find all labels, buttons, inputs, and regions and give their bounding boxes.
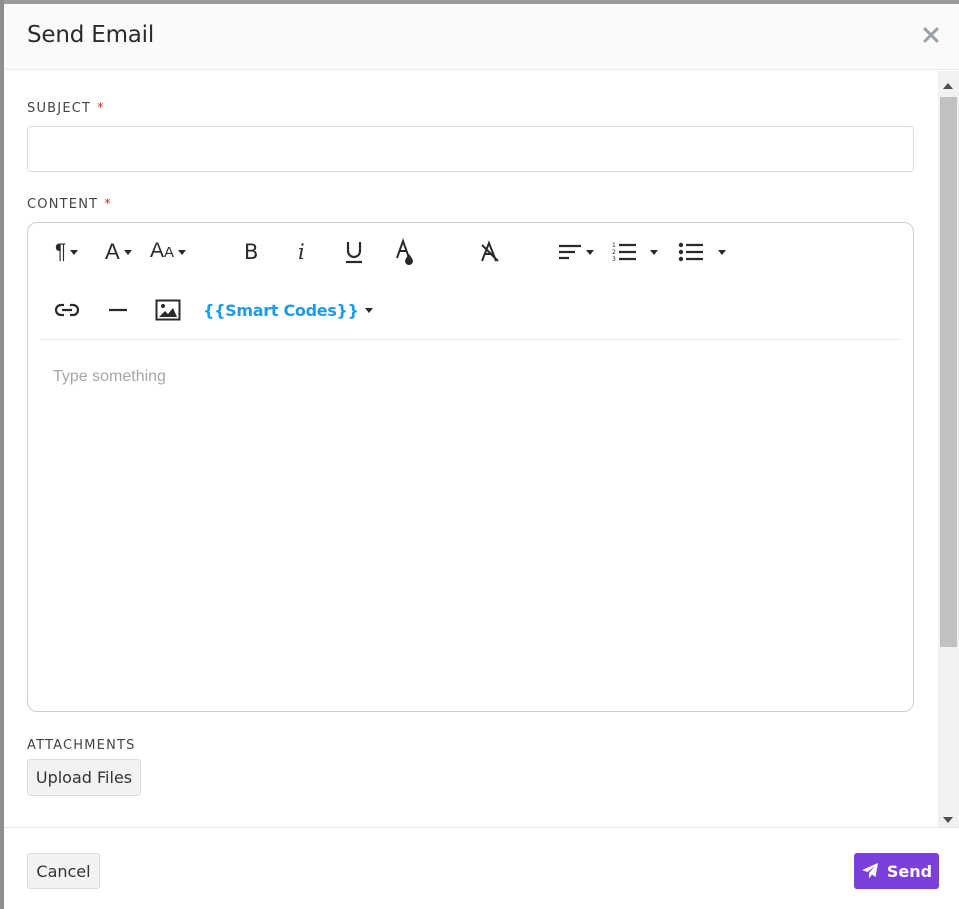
text-color-button[interactable] [394,237,418,267]
svg-text:2: 2 [612,249,616,256]
clear-formatting-button[interactable] [478,237,502,267]
scroll-up-icon[interactable] [943,83,953,89]
insert-horizontal-line-button[interactable] [108,295,128,325]
horizontal-line-icon [109,308,127,312]
insert-link-button[interactable] [54,295,80,325]
modal-header: Send Email [4,4,959,70]
underline-button[interactable] [343,237,365,267]
ordered-list-button[interactable]: 1 2 3 [612,237,658,267]
scroll-thumb[interactable] [940,97,957,647]
toolbar-divider [40,339,902,340]
close-button[interactable] [920,24,942,46]
send-email-modal: Send Email SUBJECT * CONTENT * ¶ A AA B … [4,4,959,909]
bold-button[interactable]: B [244,237,258,267]
modal-scrollbar[interactable] [938,71,959,827]
ordered-list-icon: 1 2 3 [612,242,636,263]
align-left-icon [559,244,581,260]
clear-formatting-icon [481,240,499,262]
required-mark: * [97,101,105,116]
smart-codes-dropdown[interactable]: {{Smart Codes}} [203,295,373,325]
font-size-button[interactable]: AA [150,237,187,267]
chevron-down-icon [178,249,187,255]
modal-body: SUBJECT * CONTENT * ¶ A AA B i 1 2 3 {{S… [4,71,938,827]
paper-plane-icon [861,863,878,879]
send-button[interactable]: Send [854,853,939,889]
bold-icon: B [244,240,259,264]
chevron-down-icon [70,249,79,255]
subject-input[interactable] [27,126,914,172]
align-button[interactable] [558,237,594,267]
unordered-list-button[interactable] [678,237,726,267]
modal-footer: Cancel Send [4,827,959,909]
chevron-down-icon [718,249,726,255]
scroll-down-icon[interactable] [943,817,953,823]
italic-icon: i [298,240,305,264]
svg-text:3: 3 [612,256,616,263]
close-icon [923,27,939,43]
paragraph-format-button[interactable]: ¶ [55,237,79,267]
text-color-icon [396,238,413,265]
link-icon [54,303,80,317]
unordered-list-icon [678,242,703,262]
content-label-text: CONTENT [27,197,99,212]
editor-content-area[interactable] [40,348,902,698]
smart-codes-label: {{Smart Codes}} [203,300,359,320]
underline-icon [346,242,362,264]
subject-label-text: SUBJECT [27,101,92,116]
send-label: Send [886,861,933,881]
chevron-down-icon [123,249,132,255]
chevron-down-icon [586,249,594,255]
font-icon: A [105,239,120,264]
pilcrow-icon: ¶ [55,240,67,263]
subject-label: SUBJECT * [27,101,105,116]
insert-image-button[interactable] [155,295,181,325]
required-mark: * [104,197,112,212]
rich-text-editor: ¶ A AA B i 1 2 3 {{Smart Codes}} Type so… [27,222,914,712]
cancel-button[interactable]: Cancel [27,853,100,889]
svg-text:1: 1 [612,242,616,249]
upload-files-button[interactable]: Upload Files [27,759,141,796]
content-label: CONTENT * [27,197,112,212]
editor-placeholder: Type something [53,368,166,385]
chevron-down-icon [364,307,373,313]
image-icon [155,299,181,321]
attachments-label: ATTACHMENTS [27,738,136,753]
font-family-button[interactable]: A [105,237,132,267]
font-size-icon: AA [150,239,175,262]
modal-title: Send Email [27,22,155,48]
italic-button[interactable]: i [298,237,305,267]
chevron-down-icon [650,249,658,255]
